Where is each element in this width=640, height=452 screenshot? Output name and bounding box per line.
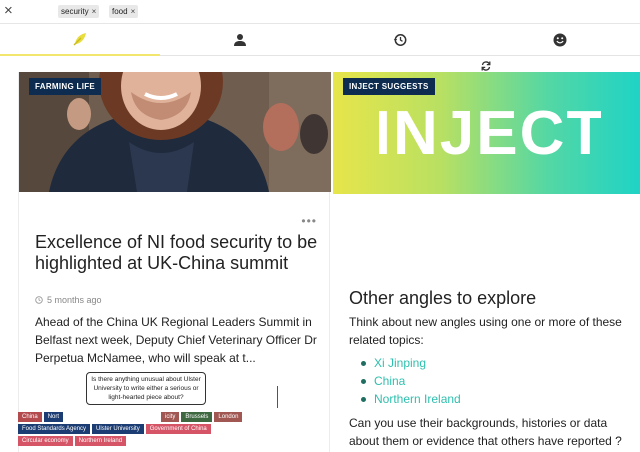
- chip-remove-icon[interactable]: ×: [92, 7, 97, 16]
- time-label: 5 months ago: [47, 295, 102, 305]
- chip-label: food: [112, 7, 128, 16]
- tab-leaf[interactable]: [0, 24, 160, 56]
- topic-link[interactable]: Xi Jinping: [361, 354, 461, 372]
- angles-question: Can you use their backgrounds, histories…: [349, 416, 622, 448]
- close-icon[interactable]: ×: [4, 3, 13, 19]
- svg-text:INJECT: INJECT: [379, 99, 601, 162]
- leaf-icon: [73, 33, 86, 46]
- tag-brussels[interactable]: Brussels: [181, 412, 213, 422]
- tag-london[interactable]: London: [214, 412, 243, 422]
- smiley-icon: [553, 33, 567, 47]
- history-icon: [393, 34, 407, 46]
- tag-row-2: Food Standards Agency Ulster University …: [18, 424, 211, 434]
- tab-smiley[interactable]: [480, 24, 640, 56]
- article-photo: FARMING LIFE: [19, 72, 331, 192]
- tab-person[interactable]: [160, 24, 320, 56]
- angles-title: Other angles to explore: [349, 288, 537, 308]
- tag-northern-ireland[interactable]: Northern Ireland: [74, 436, 127, 446]
- angles-intro: Think about new angles using one or more…: [349, 315, 622, 347]
- tag-row-1: China Nort icity Brussels London: [18, 412, 243, 422]
- tag-row-3: Circular economy Northern Ireland: [18, 436, 127, 446]
- filter-chip-security[interactable]: security ×: [58, 5, 100, 18]
- suggest-badge: INJECT SUGGESTS: [343, 78, 435, 95]
- tag-food-standards-agency[interactable]: Food Standards Agency: [18, 424, 91, 434]
- tab-bar: [0, 24, 640, 56]
- article-timestamp: 5 months ago: [35, 295, 102, 305]
- topic-list: Xi Jinping China Northern Ireland: [361, 354, 461, 408]
- bullet: [361, 360, 366, 366]
- topic-link[interactable]: China: [361, 372, 461, 390]
- tab-history[interactable]: [320, 24, 480, 56]
- source-badge: FARMING LIFE: [29, 78, 102, 95]
- tag-tooltip: Is there anything unusual about Ulster U…: [86, 372, 206, 405]
- tag-circular-economy[interactable]: Circular economy: [18, 436, 73, 446]
- more-options-icon[interactable]: •••: [301, 214, 317, 228]
- chip-label: security: [61, 7, 89, 16]
- inject-banner: INJECT SUGGESTS INJECT: [333, 72, 640, 194]
- refresh-icon[interactable]: [480, 60, 492, 72]
- tag-china[interactable]: China: [18, 412, 42, 422]
- suggestion-card: INJECT SUGGESTS INJECT Other angles to e…: [333, 72, 640, 452]
- clock-icon: [35, 296, 43, 304]
- tooltip-pointer-line: [277, 386, 278, 408]
- tag-icity[interactable]: icity: [161, 412, 180, 422]
- tag-government-of-china[interactable]: Government of China: [145, 424, 211, 434]
- tag-ulster-university[interactable]: Ulster University: [92, 424, 144, 434]
- filter-bar: × security × food ×: [0, 0, 640, 24]
- app-root: × security × food × FARMING LIFE ••• Exc…: [0, 0, 640, 452]
- topic-link[interactable]: Northern Ireland: [361, 390, 461, 408]
- topic-label[interactable]: Northern Ireland: [374, 390, 461, 408]
- bullet: [361, 378, 366, 384]
- bullet: [361, 396, 366, 402]
- inject-logo: INJECT: [379, 99, 601, 162]
- topic-label[interactable]: China: [374, 372, 405, 390]
- topic-label[interactable]: Xi Jinping: [374, 354, 426, 372]
- article-summary: Ahead of the China UK Regional Leaders S…: [35, 315, 317, 365]
- tag-nort[interactable]: Nort: [43, 412, 64, 422]
- filter-chip-food[interactable]: food ×: [109, 5, 139, 18]
- chip-remove-icon[interactable]: ×: [131, 7, 136, 16]
- person-icon: [234, 34, 246, 46]
- article-headline[interactable]: Excellence of NI food security to be hig…: [35, 232, 320, 274]
